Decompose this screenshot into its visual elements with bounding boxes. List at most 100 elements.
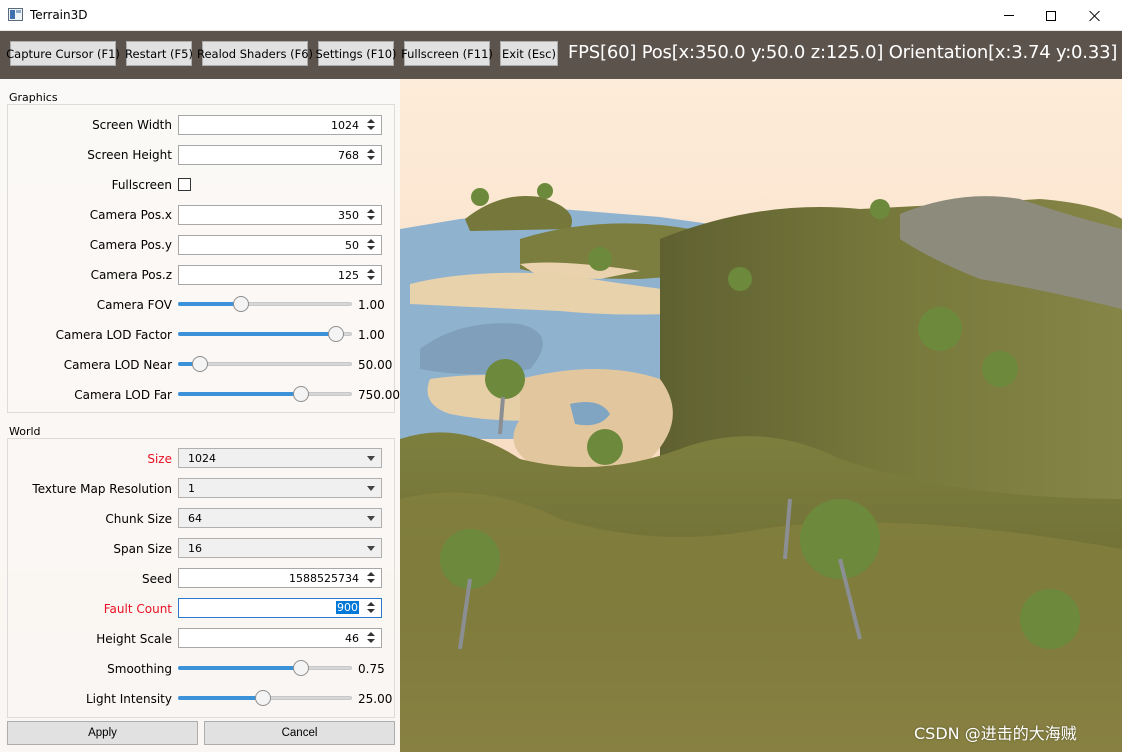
- smoothing-label: Smoothing: [107, 662, 172, 676]
- watermark: CSDN @进击的大海贼: [914, 724, 1077, 743]
- seed-label: Seed: [142, 572, 172, 586]
- screen-width-label: Screen Width: [92, 118, 172, 132]
- spin-arrows-icon[interactable]: [367, 209, 375, 221]
- world-group-title: World: [9, 425, 41, 438]
- chunk-size-dropdown[interactable]: 64: [178, 508, 382, 528]
- texture-map-resolution-label: Texture Map Resolution: [32, 482, 172, 496]
- close-icon: [1089, 10, 1101, 22]
- smoothing-value: 0.75: [358, 662, 385, 676]
- restart-button[interactable]: Restart (F5): [125, 41, 193, 66]
- light-intensity-value: 25.00: [358, 692, 393, 706]
- slider-handle[interactable]: [293, 386, 309, 402]
- title-bar[interactable]: Terrain3D: [0, 0, 1122, 31]
- camera-pos-z-value: 125: [338, 269, 359, 282]
- camera-fov-value: 1.00: [358, 298, 385, 312]
- chevron-down-icon: [367, 516, 375, 521]
- spin-arrows-icon[interactable]: [367, 572, 375, 584]
- apply-button[interactable]: Apply: [7, 721, 198, 745]
- cancel-button[interactable]: Cancel: [204, 721, 395, 745]
- camera-pos-x-label: Camera Pos.x: [89, 208, 172, 222]
- height-scale-label: Height Scale: [96, 632, 172, 646]
- chevron-down-icon: [367, 486, 375, 491]
- spin-arrows-icon[interactable]: [367, 602, 375, 614]
- slider-fill: [178, 332, 336, 336]
- spin-arrows-icon[interactable]: [367, 239, 375, 251]
- capture-cursor-button[interactable]: Capture Cursor (F1): [6, 41, 120, 66]
- fault-count-spinbox[interactable]: 900: [178, 598, 382, 618]
- camera-pos-z-label: Camera Pos.z: [90, 268, 172, 282]
- texture-map-resolution-dropdown[interactable]: 1: [178, 478, 382, 498]
- texture-map-resolution-value: 1: [188, 482, 195, 495]
- camera-pos-y-label: Camera Pos.y: [89, 238, 172, 252]
- maximize-icon: [1046, 10, 1056, 21]
- fullscreen-label: Fullscreen: [111, 178, 172, 192]
- spin-arrows-icon[interactable]: [367, 269, 375, 281]
- chevron-down-icon: [367, 546, 375, 551]
- slider-handle[interactable]: [255, 690, 271, 706]
- camera-lod-far-slider[interactable]: [178, 384, 352, 404]
- settings-button[interactable]: Settings (F10): [315, 41, 397, 66]
- screen-height-label: Screen Height: [87, 148, 172, 162]
- minimize-button[interactable]: [986, 0, 1032, 31]
- maximize-button[interactable]: [1028, 0, 1074, 31]
- height-scale-value: 46: [345, 632, 359, 645]
- graphics-group-title: Graphics: [9, 91, 58, 104]
- size-label: Size: [147, 452, 172, 466]
- chunk-size-label: Chunk Size: [105, 512, 172, 526]
- slider-handle[interactable]: [328, 326, 344, 342]
- spin-arrows-icon[interactable]: [367, 632, 375, 644]
- fullscreen-checkbox[interactable]: [178, 178, 191, 191]
- span-size-dropdown[interactable]: 16: [178, 538, 382, 558]
- fullscreen-button[interactable]: Fullscreen (F11): [401, 41, 493, 66]
- height-scale-spinbox[interactable]: 46: [178, 628, 382, 648]
- camera-pos-y-value: 50: [345, 239, 359, 252]
- camera-pos-y-spinbox[interactable]: 50: [178, 235, 382, 255]
- minimize-icon: [1004, 15, 1014, 16]
- size-dropdown[interactable]: 1024: [178, 448, 382, 468]
- spin-arrows-icon[interactable]: [367, 119, 375, 131]
- slider-fill: [178, 302, 241, 306]
- status-readout: FPS[60] Pos[x:350.0 y:50.0 z:125.0] Orie…: [568, 42, 1118, 63]
- spin-arrows-icon[interactable]: [367, 149, 375, 161]
- camera-lod-near-value: 50.00: [358, 358, 393, 372]
- chevron-down-icon: [367, 456, 375, 461]
- window-title: Terrain3D: [30, 8, 88, 22]
- screen-height-spinbox[interactable]: 768: [178, 145, 382, 165]
- camera-lod-factor-slider[interactable]: [178, 324, 352, 344]
- slider-handle[interactable]: [293, 660, 309, 676]
- span-size-label: Span Size: [113, 542, 172, 556]
- camera-fov-label: Camera FOV: [96, 298, 172, 312]
- settings-panel: Graphics Screen Width 1024 Screen Height…: [0, 79, 400, 752]
- camera-pos-z-spinbox[interactable]: 125: [178, 265, 382, 285]
- camera-lod-factor-label: Camera LOD Factor: [55, 328, 172, 342]
- fault-count-label: Fault Count: [103, 602, 172, 616]
- camera-lod-factor-value: 1.00: [358, 328, 385, 342]
- camera-lod-near-label: Camera LOD Near: [63, 358, 172, 372]
- chunk-size-value: 64: [188, 512, 202, 525]
- seed-spinbox[interactable]: 1588525734: [178, 568, 382, 588]
- app-icon: [8, 8, 23, 21]
- toolbar: Capture Cursor (F1) Restart (F5) Realod …: [0, 31, 1122, 79]
- camera-lod-far-label: Camera LOD Far: [74, 388, 172, 402]
- exit-button[interactable]: Exit (Esc): [500, 41, 558, 66]
- slider-fill: [178, 392, 301, 396]
- camera-lod-far-value: 750.00: [358, 388, 400, 402]
- slider-fill: [178, 666, 301, 670]
- slider-fill: [178, 696, 263, 700]
- fault-count-value: 900: [336, 601, 359, 614]
- screen-width-value: 1024: [331, 119, 359, 132]
- camera-fov-slider[interactable]: [178, 294, 352, 314]
- slider-handle[interactable]: [233, 296, 249, 312]
- light-intensity-slider[interactable]: [178, 688, 352, 708]
- seed-value: 1588525734: [289, 572, 359, 585]
- slider-handle[interactable]: [192, 356, 208, 372]
- close-button[interactable]: [1072, 0, 1118, 31]
- smoothing-slider[interactable]: [178, 658, 352, 678]
- screen-height-value: 768: [338, 149, 359, 162]
- reload-shaders-button[interactable]: Realod Shaders (F6): [197, 41, 313, 66]
- camera-lod-near-slider[interactable]: [178, 354, 352, 374]
- screen-width-spinbox[interactable]: 1024: [178, 115, 382, 135]
- size-value: 1024: [188, 452, 216, 465]
- camera-pos-x-spinbox[interactable]: 350: [178, 205, 382, 225]
- span-size-value: 16: [188, 542, 202, 555]
